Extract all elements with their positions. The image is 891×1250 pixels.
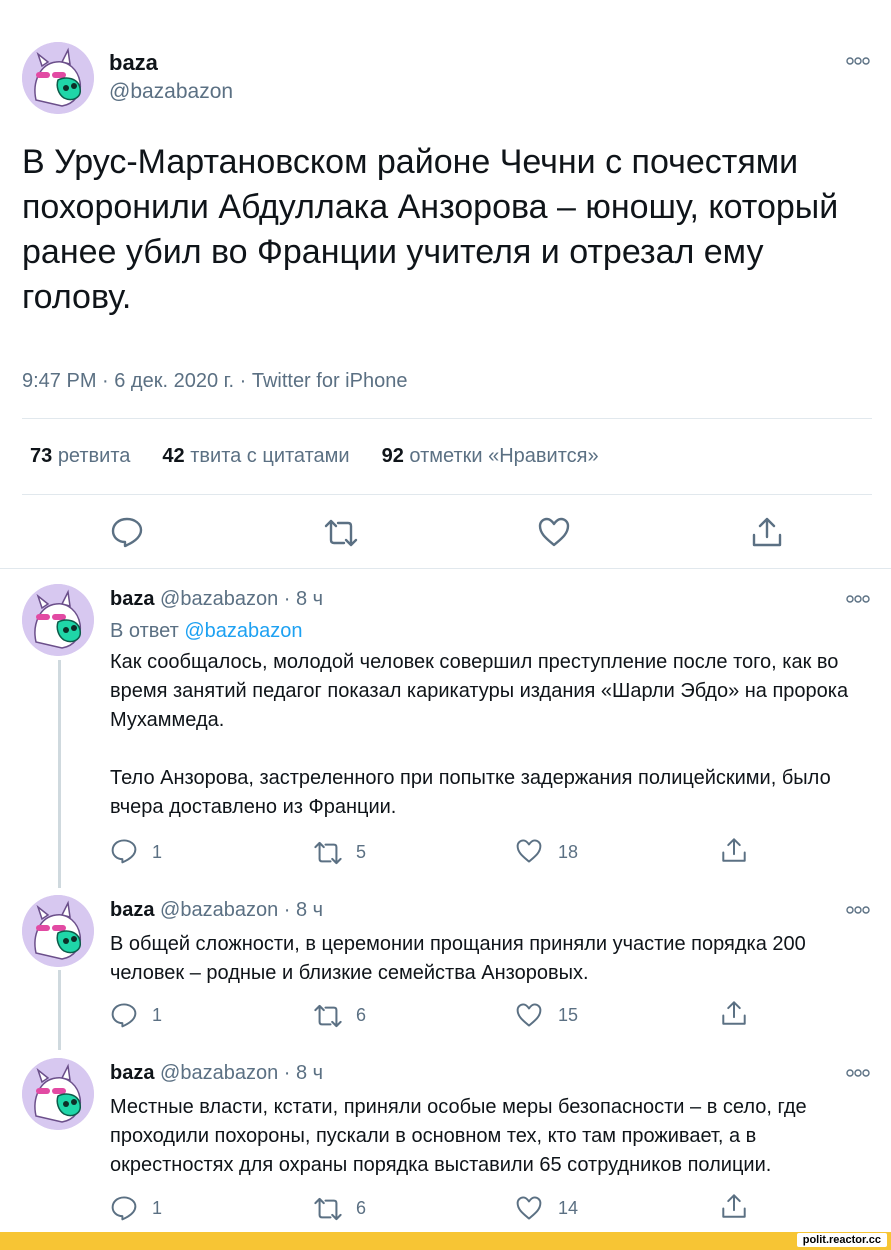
- thread-line: [58, 660, 61, 888]
- stat-quotes[interactable]: 42 твита с цитатами: [162, 445, 349, 468]
- like-count: 15: [558, 1005, 579, 1025]
- reply-header: baza @bazabazon · 8 ч: [110, 1062, 323, 1085]
- reply-icon[interactable]: [110, 838, 138, 869]
- timestamp[interactable]: · 8 ч: [284, 899, 323, 921]
- author-handle[interactable]: @bazabazon: [160, 899, 278, 921]
- more-icon[interactable]: [846, 594, 870, 604]
- author-name[interactable]: baza: [109, 50, 158, 76]
- more-icon[interactable]: [846, 1068, 870, 1078]
- avatar[interactable]: [22, 1058, 94, 1130]
- share-icon[interactable]: [720, 999, 748, 1032]
- like-icon[interactable]: [515, 1002, 543, 1033]
- tweet-meta[interactable]: 9:47 PM · 6 дек. 2020 г. · Twitter for i…: [22, 370, 407, 393]
- tweet-stats: 73 ретвита 42 твита с цитатами 92 отметк…: [30, 445, 599, 468]
- more-icon[interactable]: [846, 56, 870, 66]
- reply-icon[interactable]: [110, 1195, 138, 1226]
- reply-icon[interactable]: [110, 1002, 138, 1033]
- author-handle[interactable]: @bazabazon: [160, 1062, 278, 1084]
- author-name[interactable]: baza: [110, 588, 154, 610]
- reply-text: Как сообщалось, молодой человек совершил…: [110, 651, 849, 731]
- stat-likes[interactable]: 92 отметки «Нравится»: [382, 445, 599, 468]
- retweet-icon[interactable]: [322, 518, 360, 548]
- reply-text: Местные власти, кстати, приняли особые м…: [110, 1096, 807, 1176]
- reply-text: В общей сложности, в церемонии прощания …: [110, 933, 806, 984]
- reply-count: 1: [152, 1005, 163, 1025]
- author-name[interactable]: baza: [110, 1062, 154, 1084]
- thread-line: [58, 970, 61, 1050]
- reply-icon[interactable]: [110, 516, 144, 548]
- divider: [0, 568, 891, 569]
- reply-header: baza @bazabazon · 8 ч: [110, 588, 323, 611]
- divider: [22, 418, 872, 419]
- reply-to: В ответ @bazabazon: [110, 620, 303, 642]
- reply-count: 1: [152, 1198, 163, 1218]
- reply-text: Тело Анзорова, застреленного при попытке…: [110, 767, 831, 818]
- retweet-count: 6: [356, 1198, 367, 1218]
- avatar[interactable]: [22, 584, 94, 656]
- divider: [22, 494, 872, 495]
- author-name[interactable]: baza: [110, 899, 154, 921]
- footer-bar: [0, 1232, 891, 1250]
- watermark: polit.reactor.cc: [796, 1233, 887, 1247]
- like-icon[interactable]: [515, 838, 543, 869]
- timestamp[interactable]: · 8 ч: [284, 588, 323, 610]
- timestamp[interactable]: · 8 ч: [284, 1062, 323, 1084]
- retweet-count: 5: [356, 842, 367, 862]
- share-icon[interactable]: [720, 836, 748, 869]
- like-icon[interactable]: [537, 516, 571, 548]
- retweet-icon[interactable]: [312, 1003, 344, 1034]
- reply-header: baza @bazabazon · 8 ч: [110, 899, 323, 922]
- retweet-count: 6: [356, 1005, 367, 1025]
- tweet-text: В Урус-Мартановском районе Чечни с почес…: [22, 143, 839, 316]
- author-handle[interactable]: @bazabazon: [160, 588, 278, 610]
- like-icon[interactable]: [515, 1195, 543, 1226]
- share-icon[interactable]: [720, 1192, 748, 1225]
- stat-retweets[interactable]: 73 ретвита: [30, 445, 130, 468]
- author-handle[interactable]: @bazabazon: [109, 80, 233, 104]
- like-count: 14: [558, 1198, 579, 1218]
- like-count: 18: [558, 842, 579, 862]
- more-icon[interactable]: [846, 905, 870, 915]
- retweet-icon[interactable]: [312, 1196, 344, 1227]
- avatar[interactable]: [22, 42, 94, 114]
- reply-to-link[interactable]: @bazabazon: [184, 620, 302, 642]
- reply-count: 1: [152, 842, 163, 862]
- avatar[interactable]: [22, 895, 94, 967]
- retweet-icon[interactable]: [312, 840, 344, 871]
- share-icon[interactable]: [750, 515, 784, 549]
